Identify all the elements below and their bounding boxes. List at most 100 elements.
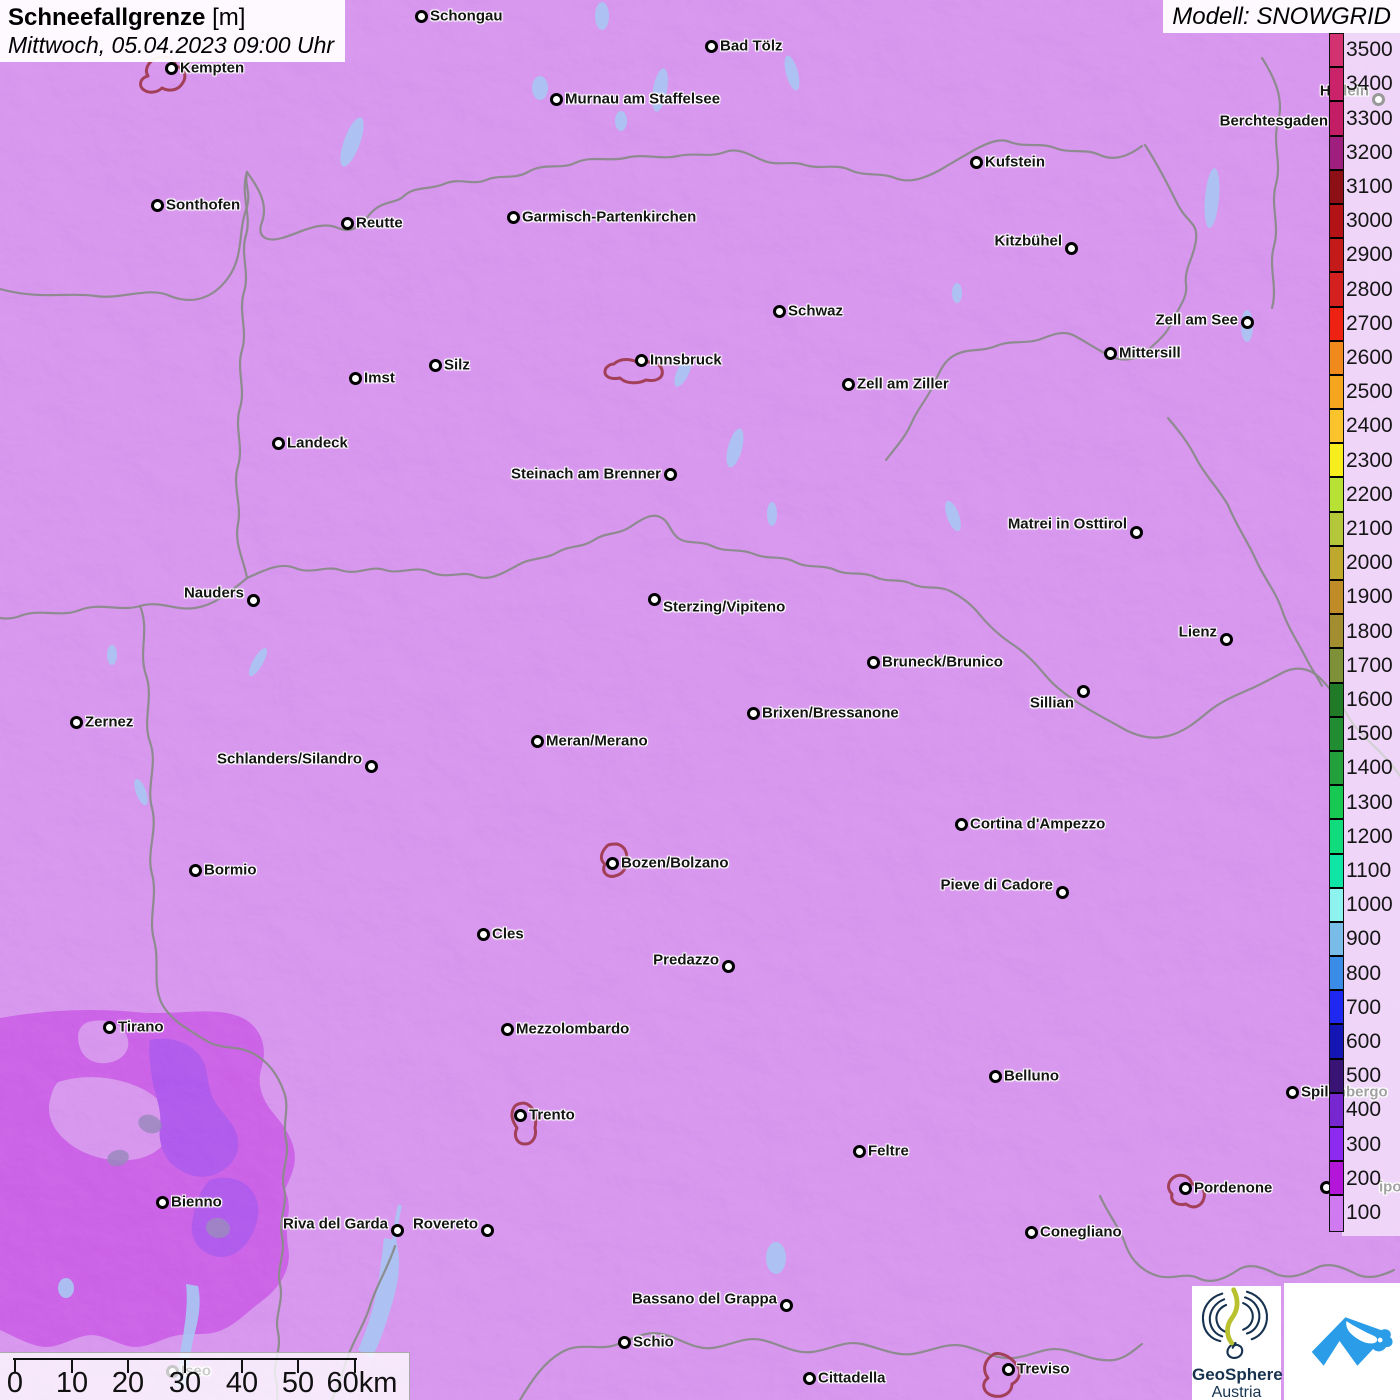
geosphere-logo-country: Austria <box>1211 1384 1262 1400</box>
city-marker <box>415 10 428 23</box>
city-marker <box>618 1336 631 1349</box>
model-box: Modell: SNOWGRID <box>1163 0 1400 33</box>
city-label: Rovereto <box>412 1215 478 1233</box>
city-label: Bruneck/Brunico <box>882 653 1003 671</box>
city-label: Schlanders/Silandro <box>216 750 362 768</box>
city-label: Silz <box>444 356 470 374</box>
snowline-map-stage: Schongau Bad Tölz Kempten Murnau am Staffel… <box>0 0 1400 1400</box>
city-marker <box>867 656 880 669</box>
city-label: Mittersill <box>1119 344 1181 362</box>
city-marker <box>1331 115 1344 128</box>
city-label: Sonthofen <box>166 196 241 214</box>
city-marker <box>773 305 786 318</box>
map-datetime: Mittwoch, 05.04.2023 09:00 Uhr <box>8 32 335 58</box>
city-marker <box>606 857 619 870</box>
city-label: Meran/Merano <box>546 732 648 750</box>
city-label: Belluno <box>1004 1067 1059 1085</box>
city-label: Tirano <box>118 1018 164 1036</box>
city-marker <box>1002 1363 1015 1376</box>
city-marker <box>247 594 260 607</box>
city-label: Bienno <box>171 1193 222 1211</box>
city-marker <box>1220 633 1233 646</box>
city-label: Cles <box>492 925 524 943</box>
scale-label: 30 <box>168 1367 202 1399</box>
city-marker <box>501 1023 514 1036</box>
city-marker <box>365 760 378 773</box>
city-label: Zell am See <box>1155 311 1238 329</box>
city-marker <box>1372 93 1385 106</box>
city-marker <box>970 156 983 169</box>
city-marker <box>272 437 285 450</box>
city-marker <box>1025 1226 1038 1239</box>
city-label: Spilimbergo <box>1301 1083 1388 1101</box>
city-label: Kitzbühel <box>994 232 1063 250</box>
city-label: Schongau <box>430 7 503 25</box>
city-label: Zell am Ziller <box>857 375 949 393</box>
map-title: Schneefallgrenze <box>8 4 206 31</box>
city-label: Imst <box>364 369 395 387</box>
city-marker <box>514 1109 527 1122</box>
city-label: Bad Tölz <box>720 37 783 55</box>
geosphere-logo: GeoSphere Austria <box>1192 1286 1283 1400</box>
city-label: Sterzing/Vipiteno <box>663 598 786 616</box>
city-label: Cittadella <box>818 1369 886 1387</box>
city-label: Bassano del Grappa <box>631 1290 777 1308</box>
city-label: Bormio <box>204 861 257 879</box>
city-label: Garmisch-Partenkirchen <box>522 208 697 226</box>
city-label: Kufstein <box>985 153 1045 171</box>
city-label: Pordenone <box>1194 1179 1273 1197</box>
city-marker <box>1077 685 1090 698</box>
city-label: Lienz <box>1178 623 1217 641</box>
city-marker <box>550 93 563 106</box>
city-marker <box>1104 347 1117 360</box>
city-marker <box>1179 1182 1192 1195</box>
city-label: Mezzolombardo <box>516 1020 630 1038</box>
city-marker <box>349 372 362 385</box>
scale-label: 50 <box>281 1367 315 1399</box>
city-marker <box>70 716 83 729</box>
city-marker <box>156 1196 169 1209</box>
scale-label: 10 <box>55 1367 89 1399</box>
city-marker <box>803 1372 816 1385</box>
city-marker <box>507 211 520 224</box>
scale-label: 60km <box>326 1367 398 1399</box>
city-label: Treviso <box>1017 1360 1070 1378</box>
city-marker <box>429 359 442 372</box>
partner-logo <box>1284 1283 1400 1400</box>
city-marker <box>747 707 760 720</box>
city-marker <box>664 468 677 481</box>
city-label: Zernez <box>85 713 134 731</box>
scale-label: 40 <box>225 1367 259 1399</box>
city-marker <box>1065 242 1078 255</box>
scale-bar: 0 10 20 30 40 50 60km <box>0 1352 410 1400</box>
city-label: Bozen/Bolzano <box>621 854 729 872</box>
geosphere-logo-name: GeoSphere <box>1192 1365 1283 1384</box>
city-label: Hallein <box>1319 82 1369 100</box>
city-marker <box>531 735 544 748</box>
mountain-cloud-icon <box>1311 1317 1393 1366</box>
city-marker <box>103 1021 116 1034</box>
map-unit: [m] <box>212 4 246 31</box>
city-label: Landeck <box>287 434 348 452</box>
city-label: Innsbruck <box>650 351 722 369</box>
city-marker <box>477 928 490 941</box>
city-layer: Schongau Bad Tölz Kempten Murnau am Staffel… <box>0 0 1400 1400</box>
geosphere-swirl-icon <box>1201 1287 1268 1359</box>
scale-label: 0 <box>6 1367 24 1399</box>
city-marker <box>391 1224 404 1237</box>
city-marker <box>705 40 718 53</box>
city-marker <box>722 960 735 973</box>
city-label: Reutte <box>356 214 403 232</box>
city-marker <box>189 864 202 877</box>
city-marker <box>341 217 354 230</box>
city-label: Steinach am Brenner <box>510 465 661 483</box>
city-marker <box>1286 1086 1299 1099</box>
city-label: Cortina d'Ampezzo <box>970 815 1106 833</box>
model-label: Modell: SNOWGRID <box>1172 3 1391 30</box>
city-marker <box>955 818 968 831</box>
city-marker <box>842 378 855 391</box>
city-marker <box>648 593 661 606</box>
city-label: Kempten <box>180 59 245 77</box>
city-label: Berchtesgaden <box>1219 112 1328 130</box>
city-label: Conegliano <box>1040 1223 1122 1241</box>
